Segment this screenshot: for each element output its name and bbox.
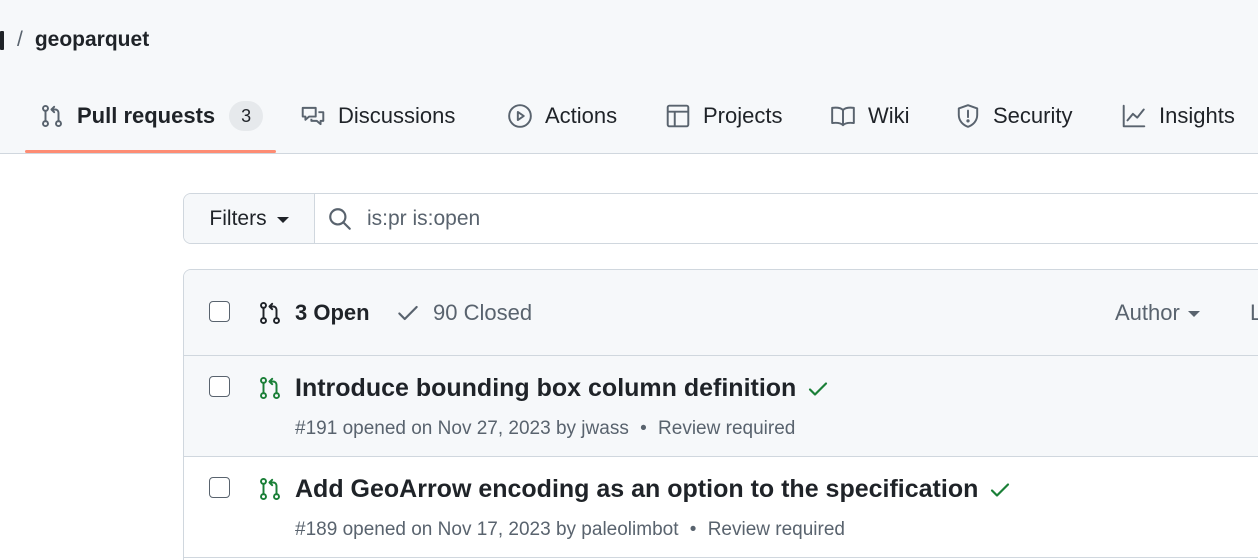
pr-meta: #189 opened on Nov 17, 2023 by paleolimb… — [295, 519, 845, 541]
meta-separator: • — [689, 519, 697, 540]
row-checkbox[interactable] — [209, 477, 230, 498]
check-icon[interactable] — [806, 377, 830, 401]
owner-link-fragment[interactable] — [0, 30, 4, 50]
git-pull-request-icon — [42, 104, 62, 128]
next-filter-dropdown-fragment[interactable]: L — [1250, 300, 1258, 326]
check-icon — [398, 305, 418, 321]
select-all-checkbox[interactable] — [209, 301, 230, 322]
git-pull-request-icon — [260, 376, 280, 400]
pull-request-count-badge: 3 — [229, 101, 264, 131]
pr-number: #191 — [295, 418, 338, 439]
tab-label: Discussions — [338, 103, 456, 128]
comment-discussion-icon — [301, 106, 325, 126]
table-icon — [666, 104, 690, 128]
caret-down-icon — [276, 216, 289, 223]
open-filter-link[interactable]: 3 Open — [257, 300, 370, 326]
review-status-link[interactable]: Review required — [658, 418, 795, 439]
search-box[interactable] — [315, 194, 1258, 243]
filter-bar: Filters — [183, 193, 1258, 244]
filters-dropdown-button[interactable]: Filters — [184, 194, 315, 243]
tab-insights[interactable]: Insights — [1121, 86, 1235, 146]
git-pull-request-icon — [260, 477, 280, 501]
tab-label: Actions — [545, 103, 618, 128]
pr-title-wrap: Add GeoArrow encoding as an option to th… — [295, 475, 1012, 504]
repo-name-link[interactable]: geoparquet — [35, 28, 149, 52]
check-icon[interactable] — [988, 478, 1012, 502]
pr-opened-info: opened on Nov 27, 2023 by jwass — [342, 418, 629, 439]
tab-pull-requests[interactable]: Pull requests 3 — [39, 86, 264, 146]
repo-header: / geoparquet Pull requests 3 Discussions… — [0, 0, 1258, 154]
pr-number: #189 — [295, 519, 338, 540]
tab-security[interactable]: Security — [955, 86, 1072, 146]
closed-count-label: 90 Closed — [433, 300, 533, 325]
meta-separator: • — [640, 418, 647, 439]
pull-request-list: 3 Open 90 Closed Author L Introduce boun… — [183, 269, 1258, 560]
search-icon — [329, 207, 351, 230]
play-icon — [508, 104, 532, 128]
tab-discussions[interactable]: Discussions — [300, 86, 455, 146]
git-pull-request-icon — [260, 301, 280, 325]
graph-icon — [1122, 104, 1146, 128]
pr-meta: #191 opened on Nov 27, 2023 by jwass • R… — [295, 418, 795, 440]
pr-title-link[interactable]: Add GeoArrow encoding as an option to th… — [295, 475, 978, 504]
repo-nav-tabs: Pull requests 3 Discussions Actions Proj… — [0, 86, 1258, 154]
book-icon — [831, 106, 855, 127]
closed-filter-link[interactable]: 90 Closed — [395, 300, 532, 326]
tab-projects[interactable]: Projects — [665, 86, 782, 146]
row-checkbox[interactable] — [209, 376, 230, 397]
tab-label: Projects — [703, 103, 783, 128]
tab-actions[interactable]: Actions — [507, 86, 617, 146]
pr-title-link[interactable]: Introduce bounding box column definition — [295, 374, 796, 403]
filters-button-label: Filters — [209, 206, 267, 230]
active-tab-underline — [25, 150, 276, 153]
breadcrumb-separator: / — [17, 28, 23, 51]
table-row[interactable]: Introduce bounding box column definition… — [184, 356, 1258, 457]
caret-down-icon — [1187, 311, 1200, 317]
tab-label: Wiki — [868, 103, 910, 128]
open-count-label: 3 Open — [295, 300, 370, 325]
tab-label: Insights — [1159, 103, 1235, 128]
author-filter-label: Author — [1115, 300, 1180, 325]
list-header: 3 Open 90 Closed Author L — [184, 270, 1258, 356]
shield-icon — [957, 104, 979, 128]
tab-label: Pull requests — [77, 103, 216, 128]
breadcrumb: / geoparquet — [0, 26, 149, 54]
pr-opened-info: opened on Nov 17, 2023 by paleolimbot — [342, 519, 679, 540]
table-row[interactable]: Add GeoArrow encoding as an option to th… — [184, 457, 1258, 558]
tab-label: Security — [993, 103, 1073, 128]
review-status-link[interactable]: Review required — [708, 519, 845, 540]
author-filter-dropdown[interactable]: Author — [1115, 300, 1200, 326]
tab-wiki[interactable]: Wiki — [830, 86, 910, 146]
pr-title-wrap: Introduce bounding box column definition — [295, 374, 830, 403]
search-input[interactable] — [367, 206, 967, 231]
